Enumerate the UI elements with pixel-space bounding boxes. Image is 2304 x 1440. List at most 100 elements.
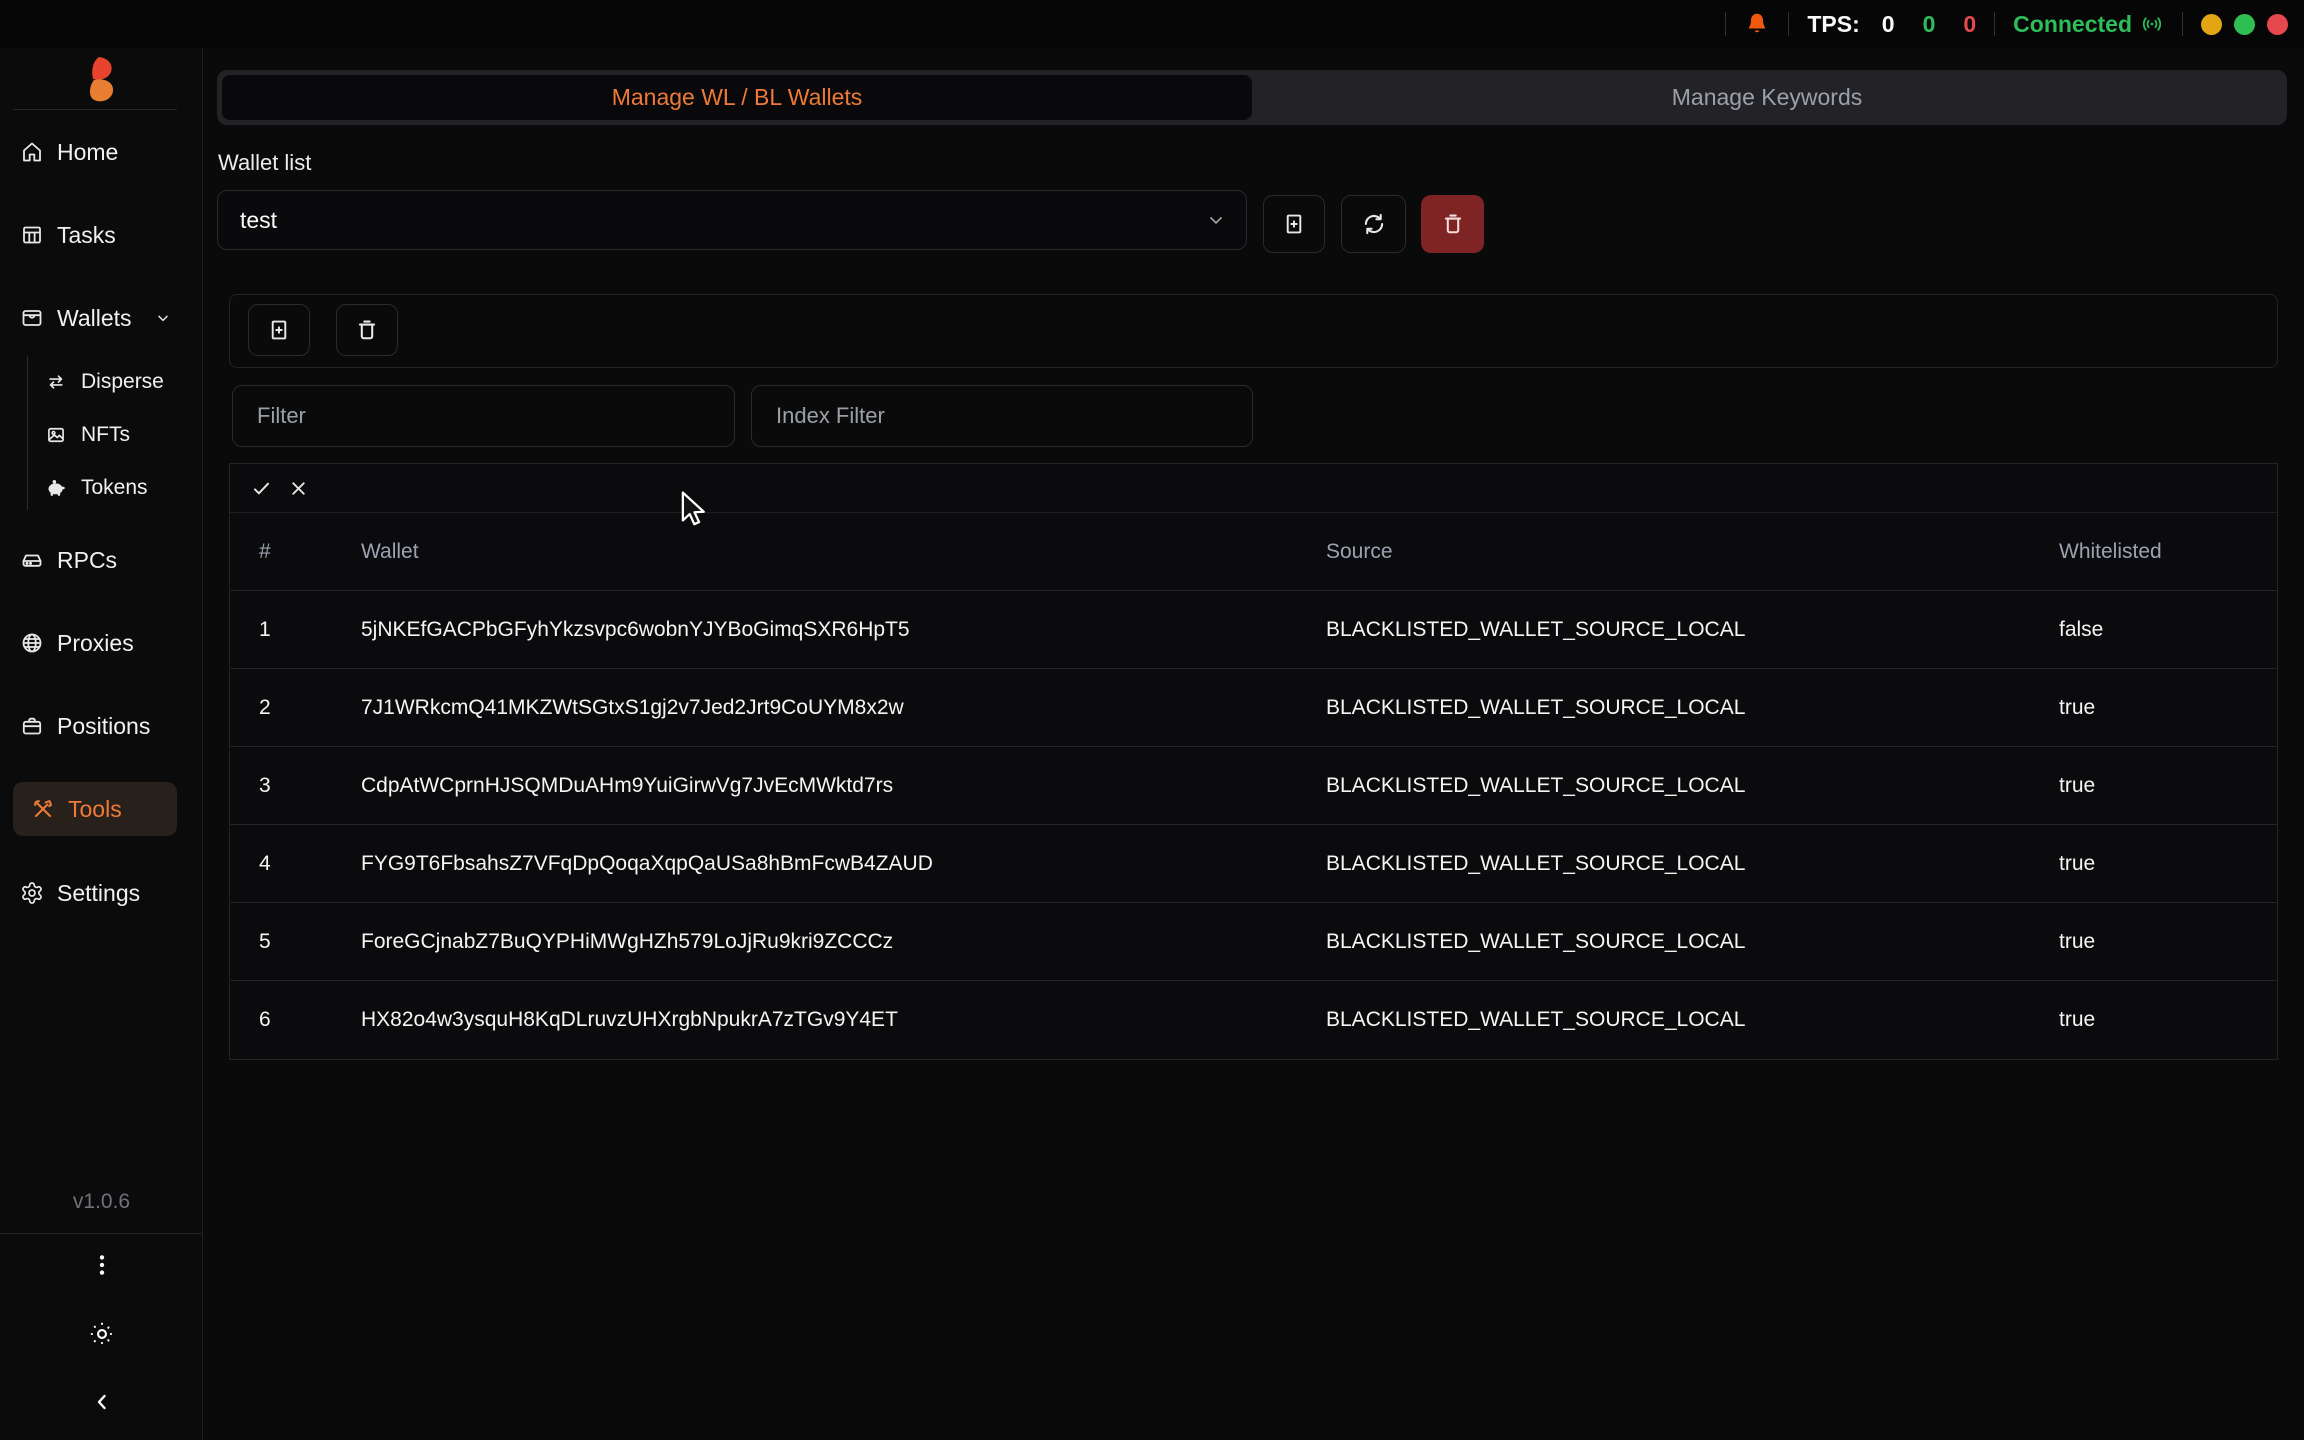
sidebar-item-tasks[interactable]: Tasks: [0, 209, 203, 261]
status-dots: [2201, 14, 2288, 35]
image-icon: [46, 425, 66, 445]
sidebar-item-home[interactable]: Home: [0, 126, 203, 178]
tps-group: TPS: 0 0 0: [1807, 11, 1976, 38]
sidebar-item-proxies[interactable]: Proxies: [0, 617, 203, 669]
trash-icon: [1440, 211, 1466, 237]
sidebar-item-label: Tasks: [57, 222, 116, 249]
add-square-icon: [266, 317, 292, 343]
delete-wallet-list-button[interactable]: [1421, 195, 1484, 253]
wallet-source: BLACKLISTED_WALLET_SOURCE_LOCAL: [1326, 774, 2059, 798]
tab-manage-wl-bl-wallets[interactable]: Manage WL / BL Wallets: [222, 75, 1252, 120]
tools-icon: [31, 797, 55, 821]
row-index: 2: [230, 696, 361, 720]
green-status-dot[interactable]: [2234, 14, 2255, 35]
chevron-down-icon: [1206, 210, 1226, 230]
yellow-status-dot[interactable]: [2201, 14, 2222, 35]
trash-icon: [354, 317, 380, 343]
wallet-source: BLACKLISTED_WALLET_SOURCE_LOCAL: [1326, 1008, 2059, 1032]
whitelisted-value: true: [2059, 1008, 2277, 1032]
sidebar-item-label: RPCs: [57, 547, 117, 574]
tps-label: TPS:: [1807, 11, 1859, 38]
chevron-left-icon: [90, 1390, 114, 1414]
add-wallet-list-button[interactable]: [1263, 195, 1325, 253]
wallet-address: ForeGCjnabZ7BuQYPHiMWgHZh579LoJjRu9kri9Z…: [361, 930, 1326, 954]
wallet-list-label: Wallet list: [218, 150, 311, 176]
sidebar-bottom-divider: [0, 1233, 203, 1234]
select-all-check-icon[interactable]: [251, 478, 272, 499]
table-header-row: # Wallet Source Whitelisted: [230, 513, 2277, 591]
wallet-list-select[interactable]: test: [217, 190, 1247, 250]
row-index: 4: [230, 852, 361, 876]
refresh-wallet-list-button[interactable]: [1341, 195, 1406, 253]
table-row[interactable]: 3 CdpAtWCprnHJSQMDuAHm9YuiGirwVg7JvEcMWk…: [230, 747, 2277, 825]
refresh-icon: [1361, 211, 1387, 237]
row-index: 1: [230, 618, 361, 642]
sidebar-item-label: Wallets: [57, 305, 132, 332]
wallet-source: BLACKLISTED_WALLET_SOURCE_LOCAL: [1326, 696, 2059, 720]
whitelisted-value: true: [2059, 852, 2277, 876]
whitelisted-value: false: [2059, 618, 2277, 642]
wallet-address: 5jNKEfGACPbGFyhYkzsvpc6wobnYJYBoGimqSXR6…: [361, 618, 1326, 642]
sidebar-item-label: Proxies: [57, 630, 134, 657]
globe-icon: [20, 631, 44, 655]
theme-toggle-button[interactable]: [0, 1320, 203, 1348]
sidebar-item-tools[interactable]: Tools: [13, 782, 177, 836]
sidebar-item-disperse[interactable]: Disperse: [0, 362, 203, 402]
sidebar-item-tokens[interactable]: Tokens: [0, 468, 203, 508]
row-index: 3: [230, 774, 361, 798]
wallet-actions-panel: [229, 294, 2278, 368]
sidebar-item-nfts[interactable]: NFTs: [0, 415, 203, 455]
table-row[interactable]: 5 ForeGCjnabZ7BuQYPHiMWgHZh579LoJjRu9kri…: [230, 903, 2277, 981]
filter-input[interactable]: [232, 385, 735, 447]
tab-manage-keywords[interactable]: Manage Keywords: [1252, 75, 2282, 120]
more-options-button[interactable]: [0, 1252, 203, 1278]
selection-actions-row: [230, 464, 2277, 513]
briefcase-icon: [20, 714, 44, 738]
sidebar-item-rpcs[interactable]: RPCs: [0, 534, 203, 586]
sun-icon: [88, 1320, 116, 1348]
sidebar-item-positions[interactable]: Positions: [0, 700, 203, 752]
table-row[interactable]: 1 5jNKEfGACPbGFyhYkzsvpc6wobnYJYBoGimqSX…: [230, 591, 2277, 669]
column-header-wallet: Wallet: [361, 540, 1326, 564]
tab-bar: Manage WL / BL Wallets Manage Keywords: [217, 70, 2287, 125]
home-icon: [20, 140, 44, 164]
wallet-address: HX82o4w3ysquH8KqDLruvzUHXrgbNpukrA7zTGv9…: [361, 1008, 1326, 1032]
sidebar-item-label: Tools: [68, 796, 122, 823]
chevron-down-icon: [155, 310, 171, 326]
sidebar-item-settings[interactable]: Settings: [0, 867, 203, 919]
tps-success-count: 0: [1923, 11, 1936, 38]
column-header-source: Source: [1326, 540, 2059, 564]
gear-icon: [20, 881, 44, 905]
add-wallet-button[interactable]: [248, 304, 310, 356]
sidebar-divider: [13, 109, 177, 110]
connection-status-label: Connected: [2013, 11, 2132, 38]
sidebar-item-wallets[interactable]: Wallets: [0, 292, 203, 344]
delete-wallet-button[interactable]: [336, 304, 398, 356]
table-row[interactable]: 6 HX82o4w3ysquH8KqDLruvzUHXrgbNpukrA7zTG…: [230, 981, 2277, 1059]
tps-error-count: 0: [1963, 11, 1976, 38]
whitelisted-value: true: [2059, 930, 2277, 954]
tps-total: 0: [1882, 11, 1895, 38]
column-header-index: #: [230, 540, 361, 564]
wallet-address: FYG9T6FbsahsZ7VFqDpQoqaXqpQaUSa8hBmFcwB4…: [361, 852, 1326, 876]
whitelisted-value: true: [2059, 696, 2277, 720]
index-filter-input[interactable]: [751, 385, 1253, 447]
connection-status: Connected: [2013, 11, 2164, 38]
sidebar-item-label: Home: [57, 139, 118, 166]
table-row[interactable]: 4 FYG9T6FbsahsZ7VFqDpQoqaXqpQaUSa8hBmFcw…: [230, 825, 2277, 903]
sidebar-item-label: Settings: [57, 880, 140, 907]
sidebar-item-label: Tokens: [81, 476, 148, 500]
dots-vertical-icon: [89, 1252, 115, 1278]
sidebar-item-label: Disperse: [81, 370, 164, 394]
sidebar-item-label: NFTs: [81, 423, 130, 447]
piggy-bank-icon: [46, 478, 66, 498]
wallet-icon: [20, 306, 44, 330]
add-square-icon: [1281, 211, 1307, 237]
table-row[interactable]: 2 7J1WRkcmQ41MKZWtSGtxS1gj2v7Jed2Jrt9CoU…: [230, 669, 2277, 747]
wallet-address: 7J1WRkcmQ41MKZWtSGtxS1gj2v7Jed2Jrt9CoUYM…: [361, 696, 1326, 720]
collapse-sidebar-button[interactable]: [0, 1390, 203, 1414]
clear-selection-x-icon[interactable]: [288, 478, 309, 499]
topbar-divider: [1725, 12, 1726, 36]
bell-icon[interactable]: [1744, 11, 1770, 37]
red-status-dot[interactable]: [2267, 14, 2288, 35]
